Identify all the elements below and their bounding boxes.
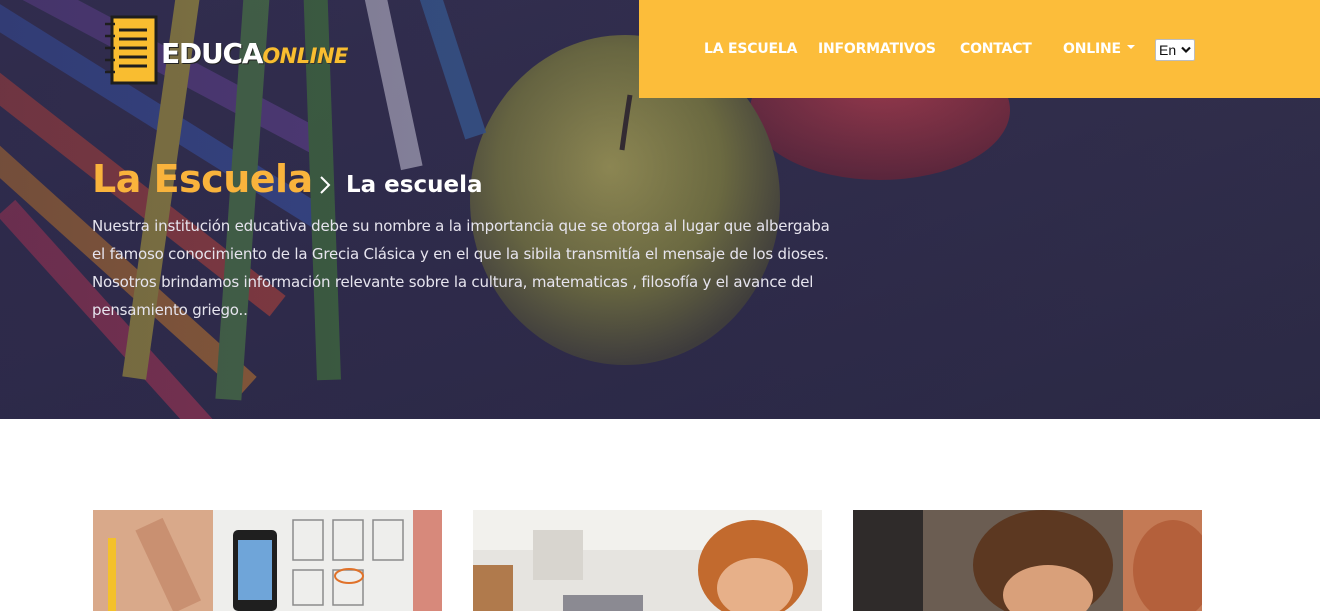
site-logo[interactable]: EDUCAONLINE	[103, 14, 363, 86]
main-navigation: LA ESCUELA INFORMATIVOS CONTACT ONLINE	[639, 0, 1320, 98]
page-title: La Escuela	[92, 157, 313, 201]
nav-item-informativos[interactable]: INFORMATIVOS	[818, 40, 936, 58]
logo-wordmark: EDUCAONLINE	[161, 38, 348, 70]
logo-text-educa: EDUCA	[161, 37, 264, 70]
nav-item-la-escuela[interactable]: LA ESCUELA	[704, 40, 797, 58]
chevron-right-icon	[320, 176, 331, 194]
card-photo-students	[853, 510, 1202, 611]
language-selected-value: En	[1159, 42, 1177, 58]
breadcrumb-current: La escuela	[346, 172, 483, 198]
card-photo-phone-wireframes	[93, 510, 442, 611]
language-select[interactable]: En	[1155, 39, 1195, 61]
nav-item-online-dropdown[interactable]: ONLINE	[1063, 40, 1135, 58]
nav-item-online-label: ONLINE	[1063, 41, 1121, 57]
card-photo-woman-studying	[473, 510, 822, 611]
nav-item-contact[interactable]: CONTACT	[960, 40, 1032, 58]
logo-text-online: ONLINE	[262, 44, 348, 68]
caret-down-icon	[1126, 45, 1135, 49]
card-image-2[interactable]	[473, 510, 822, 611]
card-image-1[interactable]	[93, 510, 442, 611]
notebook-icon	[105, 15, 158, 85]
intro-paragraph: Nuestra institución educativa debe su no…	[92, 217, 830, 319]
card-image-3[interactable]	[853, 510, 1202, 611]
chevron-down-icon	[1181, 46, 1191, 54]
